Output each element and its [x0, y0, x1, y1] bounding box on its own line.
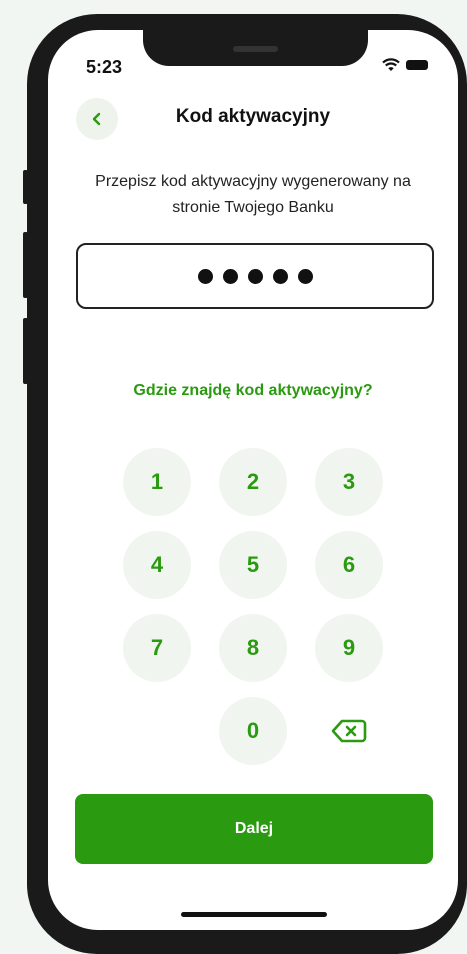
- backspace-button[interactable]: [315, 697, 383, 765]
- key-6[interactable]: 6: [315, 531, 383, 599]
- key-4[interactable]: 4: [123, 531, 191, 599]
- key-5[interactable]: 5: [219, 531, 287, 599]
- code-dot: [247, 268, 263, 284]
- battery-icon: [406, 60, 428, 70]
- key-2[interactable]: 2: [219, 448, 287, 516]
- activation-code-input[interactable]: [76, 243, 434, 309]
- help-link[interactable]: Gdzie znajdę kod aktywacyjny?: [48, 382, 458, 400]
- key-1[interactable]: 1: [123, 448, 191, 516]
- status-icons: [382, 58, 428, 72]
- backspace-icon: [331, 719, 367, 743]
- next-button[interactable]: Dalej: [75, 794, 433, 864]
- status-time: 5:23: [86, 57, 123, 77]
- key-8[interactable]: 8: [219, 614, 287, 682]
- wifi-icon: [382, 58, 400, 71]
- home-indicator: [181, 912, 327, 917]
- notch: [143, 30, 368, 66]
- code-dot: [272, 268, 288, 284]
- code-dot: [197, 268, 213, 284]
- mute-switch: [23, 170, 28, 204]
- speaker: [233, 46, 278, 52]
- page-title: Kod aktywacyjny: [175, 106, 331, 127]
- screen: 5:23 Kod aktywacyjny Przepisz kod aktywa…: [48, 30, 458, 930]
- code-dot: [222, 268, 238, 284]
- key-0[interactable]: 0: [219, 697, 287, 765]
- code-dot: [297, 268, 313, 284]
- key-3[interactable]: 3: [315, 448, 383, 516]
- volume-up-button: [23, 232, 28, 298]
- volume-down-button: [23, 318, 28, 384]
- key-7[interactable]: 7: [123, 614, 191, 682]
- instructions-text: Przepisz kod aktywacyjny wygenerowany na…: [95, 173, 411, 216]
- key-9[interactable]: 9: [315, 614, 383, 682]
